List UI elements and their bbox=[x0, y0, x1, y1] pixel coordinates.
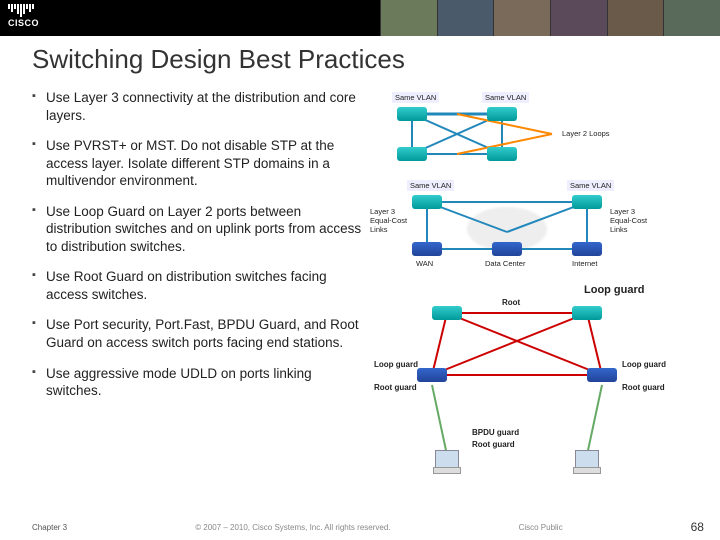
page-number: 68 bbox=[691, 520, 704, 534]
l3-label: Layer 3 Equal-Cost Links bbox=[370, 207, 407, 234]
copyright-text: © 2007 – 2010, Cisco Systems, Inc. All r… bbox=[195, 523, 390, 532]
switch-icon bbox=[432, 306, 462, 320]
switch-icon bbox=[417, 368, 447, 382]
figure-layer2-loops: Same VLAN Same VLAN Layer 2 Loops bbox=[372, 89, 700, 169]
switch-icon bbox=[572, 195, 602, 209]
loop-guard-label: Loop guard bbox=[622, 360, 666, 369]
slide-title: Switching Design Best Practices bbox=[0, 36, 720, 89]
switch-icon bbox=[572, 242, 602, 256]
pc-icon bbox=[432, 450, 460, 474]
switch-icon bbox=[487, 147, 517, 161]
vlan-label: Same VLAN bbox=[482, 92, 529, 103]
bottom-label: Data Center bbox=[485, 259, 525, 268]
logo-text: CISCO bbox=[8, 18, 39, 28]
switch-icon bbox=[397, 147, 427, 161]
chapter-label: Chapter 3 bbox=[32, 523, 67, 532]
l3-label: Layer 3 Equal-Cost Links bbox=[610, 207, 647, 234]
bullet-item: Use Loop Guard on Layer 2 ports between … bbox=[32, 203, 362, 256]
root-guard-label: Root guard bbox=[374, 383, 417, 392]
root-label: Root bbox=[502, 298, 520, 307]
switch-icon bbox=[412, 242, 442, 256]
bullet-item: Use Layer 3 connectivity at the distribu… bbox=[32, 89, 362, 124]
switch-icon bbox=[572, 306, 602, 320]
switch-icon bbox=[587, 368, 617, 382]
header-photo-strip bbox=[380, 0, 720, 36]
vlan-label: Same VLAN bbox=[392, 92, 439, 103]
root-guard-label: Root guard bbox=[622, 383, 665, 392]
footer: Chapter 3 © 2007 – 2010, Cisco Systems, … bbox=[0, 520, 720, 534]
switch-icon bbox=[492, 242, 522, 256]
bullet-list: Use Layer 3 connectivity at the distribu… bbox=[32, 89, 362, 498]
public-label: Cisco Public bbox=[519, 523, 563, 532]
bullet-item: Use PVRST+ or MST. Do not disable STP at… bbox=[32, 137, 362, 190]
figure-layer3-links: Same VLAN Same VLAN Layer 3 Equal-Cost L… bbox=[372, 177, 700, 272]
bottom-label: Internet bbox=[572, 259, 597, 268]
bullet-item: Use Root Guard on distribution switches … bbox=[32, 268, 362, 303]
root-guard-label: Root guard bbox=[472, 440, 515, 449]
switch-icon bbox=[397, 107, 427, 121]
loop-guard-label: Loop guard bbox=[374, 360, 418, 369]
figures-column: Same VLAN Same VLAN Layer 2 Loops Same V… bbox=[362, 89, 700, 498]
bottom-label: WAN bbox=[416, 259, 433, 268]
vlan-label: Same VLAN bbox=[567, 180, 614, 191]
bullet-item: Use aggressive mode UDLD on ports linkin… bbox=[32, 365, 362, 400]
figure-loop-root-guard: Loop guard Root Loop guard Root guard Lo… bbox=[372, 280, 700, 490]
vlan-label: Same VLAN bbox=[407, 180, 454, 191]
header-bar: CISCO bbox=[0, 0, 720, 36]
loops-label: Layer 2 Loops bbox=[562, 129, 610, 138]
switch-icon bbox=[412, 195, 442, 209]
loop-guard-label: Loop guard bbox=[584, 284, 645, 296]
switch-icon bbox=[487, 107, 517, 121]
pc-icon bbox=[572, 450, 600, 474]
bullet-item: Use Port security, Port.Fast, BPDU Guard… bbox=[32, 316, 362, 351]
cisco-logo: CISCO bbox=[8, 4, 39, 28]
bpdu-guard-label: BPDU guard bbox=[472, 428, 519, 437]
